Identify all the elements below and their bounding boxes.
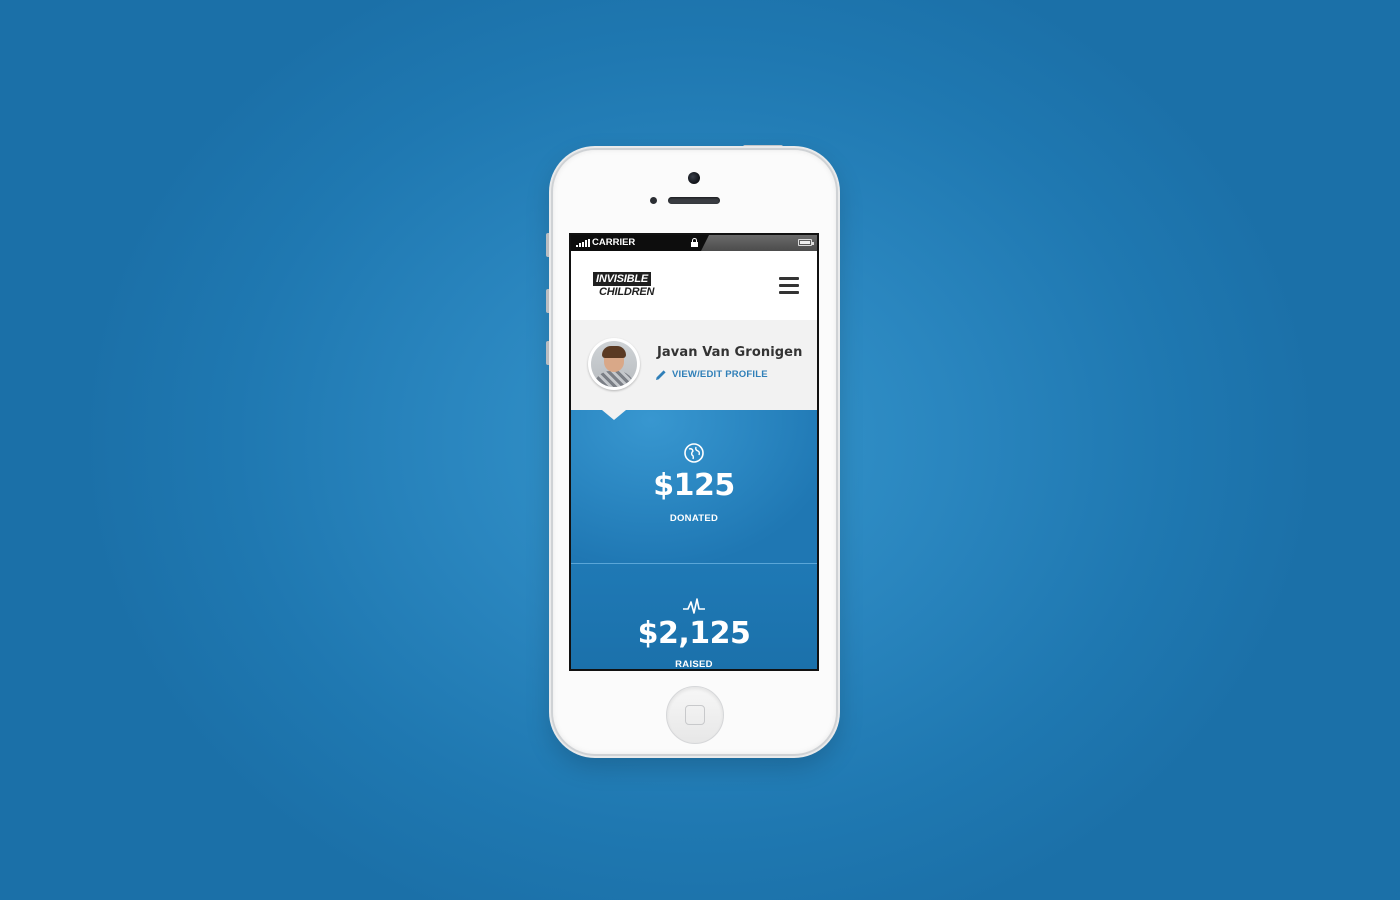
app-header: INVISIBLE CHILDREN (571, 251, 817, 320)
carrier-label: CARRIER (592, 237, 636, 248)
battery-icon (798, 239, 814, 246)
earpiece-speaker (668, 197, 720, 204)
profile-pointer (602, 410, 626, 420)
raised-value: $2,125 (637, 616, 751, 651)
hamburger-menu-icon[interactable] (779, 277, 799, 294)
home-button[interactable] (666, 686, 724, 744)
signal-icon (576, 239, 590, 247)
pencil-icon (656, 370, 666, 380)
donated-label: DONATED (669, 513, 719, 524)
invisible-children-logo[interactable]: INVISIBLE CHILDREN (593, 272, 657, 302)
home-square-icon (685, 705, 705, 725)
logo-line-2: CHILDREN (599, 286, 655, 298)
lock-icon (690, 238, 699, 248)
donated-value: $125 (653, 468, 735, 503)
proximity-sensor (650, 197, 657, 204)
view-edit-profile-label: VIEW/EDIT PROFILE (672, 369, 768, 380)
raised-label: RAISED (675, 659, 713, 670)
profile-card: Javan Van Gronigen VIEW/EDIT PROFILE (571, 320, 817, 410)
status-bar: CARRIER (571, 235, 817, 251)
donated-stat: $125 DONATED (571, 410, 817, 564)
globe-icon (684, 443, 704, 463)
logo-line-1: INVISIBLE (593, 272, 651, 286)
avatar[interactable] (588, 338, 640, 390)
front-camera (688, 172, 700, 184)
stats-panel: $125 DONATED $2,125 RAISED (571, 410, 817, 669)
raised-stat: $2,125 RAISED (571, 564, 817, 669)
pulse-icon (683, 598, 705, 614)
phone-screen: CARRIER INVISIBLE CHILDREN Javan Van Gro… (569, 233, 819, 671)
user-name: Javan Van Gronigen (657, 345, 803, 360)
